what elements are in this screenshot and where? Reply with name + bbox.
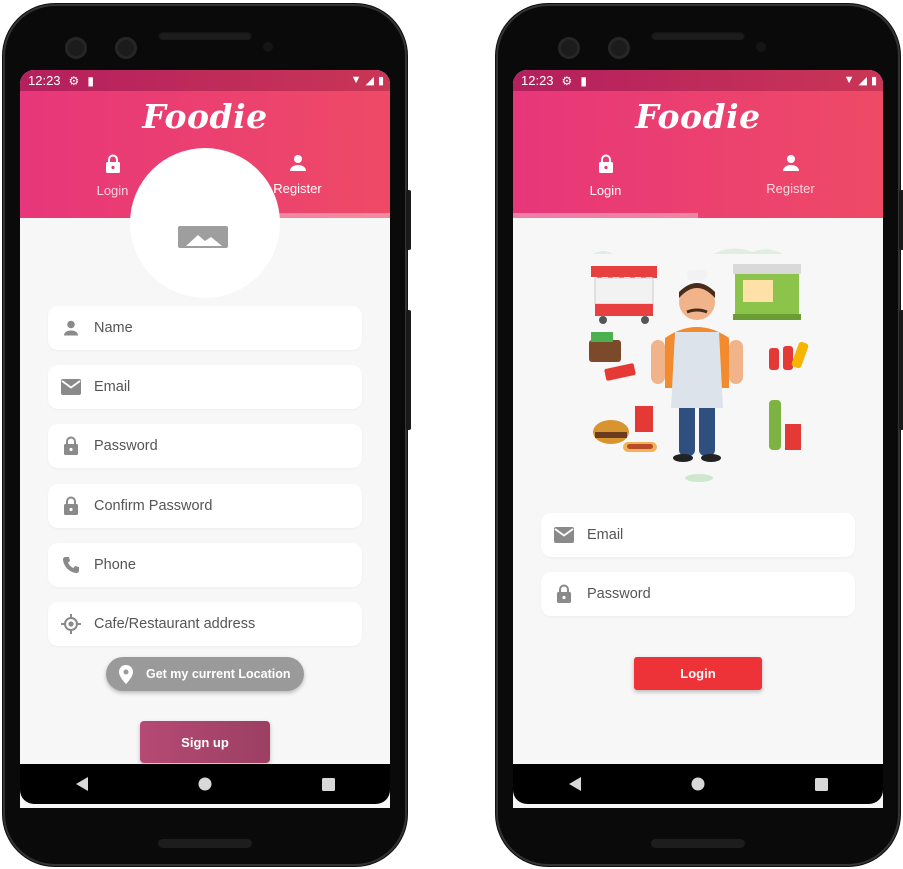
- wifi-icon: ▼: [843, 74, 855, 86]
- lock-icon: [64, 496, 78, 515]
- signal-icon: ◢: [365, 75, 374, 87]
- volume-button: [406, 310, 411, 430]
- person-icon: [64, 320, 78, 336]
- status-time: 12:23: [521, 73, 554, 88]
- tab-bar: Login Register: [513, 152, 883, 218]
- sd-card-icon: ▮: [87, 73, 94, 88]
- back-icon[interactable]: [555, 776, 595, 792]
- lock-icon: [557, 584, 571, 603]
- front-camera-icon: [608, 37, 630, 59]
- get-location-label: Get my current Location: [146, 667, 291, 681]
- front-camera-icon: [115, 37, 137, 59]
- person-icon: [289, 155, 306, 171]
- profile-image-picker[interactable]: [130, 148, 280, 298]
- location-pin-icon: [119, 664, 133, 684]
- tab-login[interactable]: Login: [513, 152, 698, 218]
- power-button: [406, 190, 411, 250]
- email-field[interactable]: Email: [541, 513, 855, 557]
- chef-figure: [651, 270, 743, 482]
- earpiece-speaker: [158, 31, 252, 40]
- settings-icon: ⚙: [68, 73, 80, 88]
- get-location-button[interactable]: Get my current Location: [106, 657, 304, 691]
- email-placeholder: Email: [94, 379, 131, 395]
- app-bar: Foodie Login Register: [513, 91, 883, 218]
- food-stall-right: [733, 264, 801, 320]
- phone-right: 12:23 ⚙ ▮ ▼ ◢ ▮ Foodie Login Register Em…: [496, 4, 903, 866]
- tab-login-label: Login: [589, 183, 622, 198]
- email-field[interactable]: Email: [48, 365, 362, 409]
- home-icon[interactable]: [185, 777, 225, 791]
- screen: 12:23 ⚙ ▮ ▼ ◢ ▮ Foodie Login: [513, 70, 883, 808]
- login-button[interactable]: Login: [634, 657, 762, 690]
- power-button: [899, 190, 903, 250]
- confirm-password-placeholder: Confirm Password: [94, 498, 213, 514]
- phone-field[interactable]: Phone: [48, 543, 362, 587]
- login-form: Email Password Login: [513, 218, 883, 808]
- tab-register-label: Register: [273, 181, 322, 196]
- phone-icon: [63, 557, 79, 573]
- recents-icon[interactable]: [308, 777, 348, 791]
- screen: 12:23 ⚙ ▮ ▼ ◢ ▮ Foodie Login: [20, 70, 390, 808]
- password-placeholder: Password: [587, 586, 651, 602]
- home-icon[interactable]: [678, 777, 718, 791]
- proximity-sensor: [263, 42, 273, 52]
- status-bar: 12:23 ⚙ ▮ ▼ ◢ ▮: [513, 70, 883, 91]
- status-bar: 12:23 ⚙ ▮ ▼ ◢ ▮: [20, 70, 390, 91]
- battery-icon: ▮: [870, 75, 877, 87]
- lock-icon: [598, 154, 613, 173]
- food-cart-left: [591, 266, 657, 324]
- bottom-speaker: [158, 839, 252, 848]
- signal-icon: ◢: [858, 75, 867, 87]
- earpiece-speaker: [651, 31, 745, 40]
- signup-button[interactable]: Sign up: [140, 721, 270, 763]
- address-field[interactable]: Cafe/Restaurant address: [48, 602, 362, 646]
- lock-icon: [105, 154, 120, 173]
- settings-icon: ⚙: [561, 73, 573, 88]
- register-form: Name Email Password Confirm Password Pho…: [20, 148, 390, 808]
- person-icon: [782, 155, 799, 171]
- name-placeholder: Name: [94, 320, 133, 336]
- wifi-icon: ▼: [350, 74, 362, 86]
- tab-register[interactable]: Register: [698, 152, 883, 218]
- back-icon[interactable]: [62, 776, 102, 792]
- image-placeholder-icon: [178, 226, 228, 248]
- recents-icon[interactable]: [801, 777, 841, 791]
- email-icon: [554, 527, 574, 543]
- address-placeholder: Cafe/Restaurant address: [94, 616, 256, 632]
- email-icon: [61, 379, 81, 395]
- app-logo: Foodie: [142, 97, 268, 136]
- location-target-icon: [61, 614, 81, 634]
- password-placeholder: Password: [94, 438, 158, 454]
- food-vendor-illustration: [589, 248, 809, 482]
- name-field[interactable]: Name: [48, 306, 362, 350]
- battery-icon: ▮: [377, 75, 384, 87]
- app-logo: Foodie: [635, 97, 761, 136]
- lock-icon: [64, 436, 78, 455]
- system-nav-bar: [513, 764, 883, 804]
- front-camera-icon: [558, 37, 580, 59]
- sd-card-icon: ▮: [580, 73, 587, 88]
- password-field[interactable]: Password: [48, 424, 362, 468]
- status-time: 12:23: [28, 73, 61, 88]
- tab-login-label: Login: [96, 183, 129, 198]
- phone-placeholder: Phone: [94, 557, 136, 573]
- volume-button: [899, 310, 903, 430]
- confirm-password-field[interactable]: Confirm Password: [48, 484, 362, 528]
- password-field[interactable]: Password: [541, 572, 855, 616]
- email-placeholder: Email: [587, 527, 624, 543]
- phone-left: 12:23 ⚙ ▮ ▼ ◢ ▮ Foodie Login Register Na…: [3, 4, 411, 866]
- front-camera-icon: [65, 37, 87, 59]
- system-nav-bar: [20, 764, 390, 804]
- tab-register-label: Register: [766, 181, 815, 196]
- proximity-sensor: [756, 42, 766, 52]
- bottom-speaker: [651, 839, 745, 848]
